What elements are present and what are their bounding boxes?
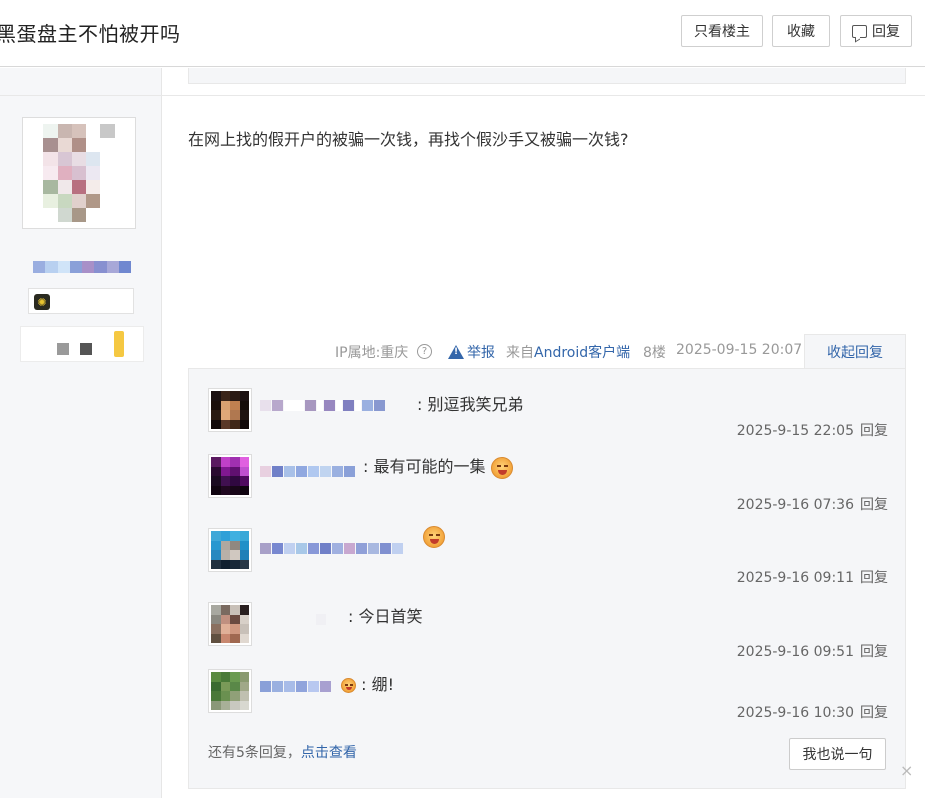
reply-avatar[interactable] [208, 388, 252, 432]
level-flag [114, 331, 124, 357]
report-label: 举报 [467, 345, 495, 361]
reply-link[interactable]: 回复 [860, 570, 888, 586]
sun-badge-icon: ✺ [34, 294, 50, 310]
question-icon[interactable]: ? [417, 344, 432, 359]
reply-time: 2025-9-16 07:36 [736, 497, 854, 513]
more-replies: 还有5条回复，点击查看 [208, 742, 357, 762]
level-block [80, 343, 92, 355]
reply-username[interactable] [260, 400, 386, 411]
divider [0, 95, 925, 96]
reply-avatar[interactable] [208, 454, 252, 498]
only-author-button[interactable]: 只看楼主 [681, 15, 763, 47]
client-prefix: 来自 [506, 345, 534, 361]
reply-avatar[interactable] [208, 528, 252, 572]
author-avatar[interactable] [22, 117, 136, 229]
reply-text [423, 526, 445, 548]
reply-text: : 今日首笑 [348, 607, 423, 626]
reply-time: 2025-9-16 09:51 [736, 644, 854, 660]
reply-username[interactable] [260, 681, 332, 692]
reply-link[interactable]: 回复 [860, 497, 888, 513]
comment-icon [852, 24, 867, 38]
warning-icon [448, 345, 464, 359]
add-comment-button[interactable]: 我也说一句 [789, 738, 886, 770]
post-content: 在网上找的假开户的被骗一次钱，再找个假沙手又被骗一次钱? [188, 130, 629, 149]
reply-time: 2025-9-16 10:30 [736, 705, 854, 721]
post-time: 2025-09-15 20:07 [676, 342, 803, 358]
reply-text-content: : 最有可能的一集 [363, 457, 486, 476]
client-app-link[interactable]: Android客户端 [534, 345, 630, 361]
reply-text-content: : 绷! [361, 675, 394, 694]
reply-time: 2025-9-15 22:05 [736, 423, 854, 439]
laughing-face-icon [490, 456, 513, 479]
reply-meta: 2025-9-16 07:36 回复 [737, 494, 888, 514]
reply-username[interactable] [260, 614, 327, 625]
close-icon[interactable]: × [900, 761, 913, 780]
level-block [57, 343, 69, 355]
author-level [20, 326, 144, 362]
reply-username[interactable] [260, 543, 404, 554]
laughing-face-icon [423, 526, 445, 548]
collapse-replies-button[interactable]: 收起回复 [804, 334, 906, 369]
client-source: 来自Android客户端 [506, 342, 630, 362]
reply-username[interactable] [260, 466, 356, 477]
author-name[interactable] [33, 261, 131, 273]
reply-button[interactable]: 回复 [840, 15, 912, 47]
reply-meta: 2025-9-16 09:11 回复 [737, 567, 888, 587]
reply-link[interactable]: 回复 [860, 705, 888, 721]
report-link[interactable]: 举报 [448, 342, 495, 362]
reply-avatar[interactable] [208, 669, 252, 713]
replies-panel: : 别逗我笑兄弟 2025-9-15 22:05 回复 : 最有可能的一集 202… [188, 368, 906, 789]
reply-time: 2025-9-16 09:11 [736, 570, 854, 586]
thread-header: 黑蛋盘主不怕被开吗 只看楼主 收藏 回复 [0, 0, 925, 67]
floor-number: 8楼 [643, 345, 666, 361]
reply-link[interactable]: 回复 [860, 423, 888, 439]
reply-meta: 2025-9-16 10:30 回复 [737, 702, 888, 722]
reply-text: : 绷! [341, 671, 394, 695]
reply-text: : 最有可能的一集 [363, 453, 513, 479]
thread-title: 黑蛋盘主不怕被开吗 [0, 22, 181, 46]
favorite-button[interactable]: 收藏 [772, 15, 830, 47]
reply-avatar[interactable] [208, 602, 252, 646]
reply-link[interactable]: 回复 [860, 644, 888, 660]
ip-location: IP属地:重庆 [335, 345, 409, 361]
reply-meta: 2025-9-16 09:51 回复 [737, 641, 888, 661]
more-replies-count: 还有5条回复， [208, 745, 301, 761]
previous-post-bottom [188, 68, 906, 84]
reply-text: : 别逗我笑兄弟 [417, 395, 524, 414]
author-badge[interactable]: ✺ [28, 288, 134, 314]
laughing-face-icon [341, 678, 356, 693]
view-more-link[interactable]: 点击查看 [301, 745, 357, 761]
reply-meta: 2025-9-15 22:05 回复 [737, 420, 888, 440]
reply-button-label: 回复 [872, 24, 900, 40]
